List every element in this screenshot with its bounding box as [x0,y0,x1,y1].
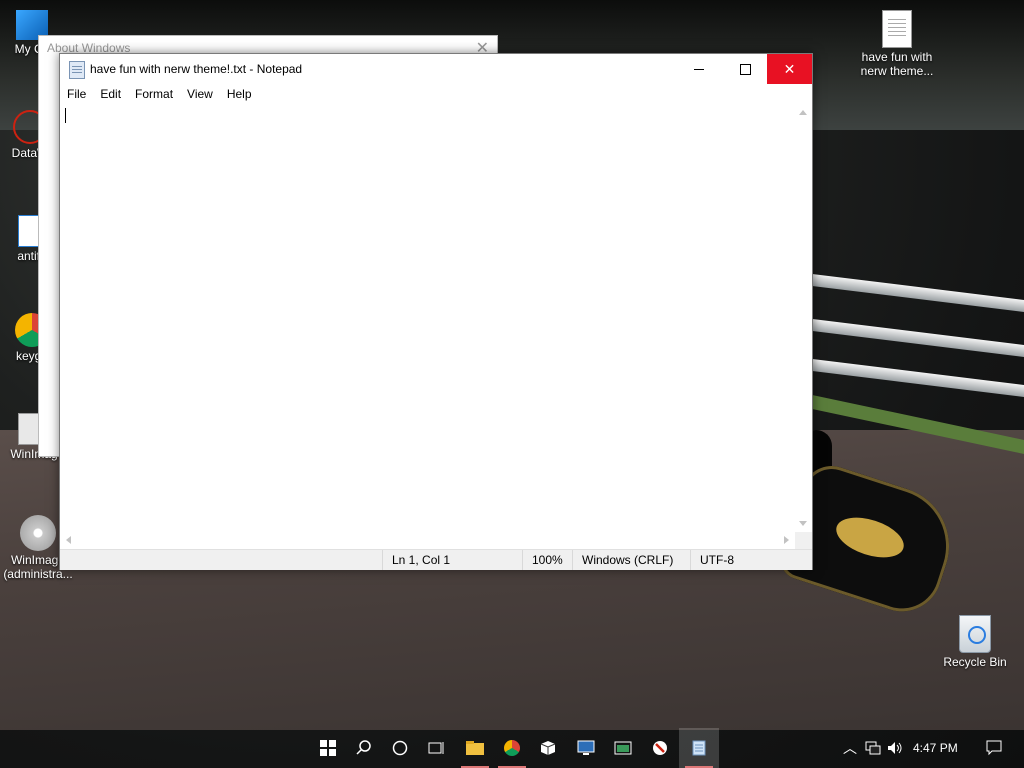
taskbar-remote-desktop[interactable] [566,728,606,768]
notepad-window[interactable]: have fun with nerw theme!.txt - Notepad … [59,53,813,570]
task-view-icon [428,742,444,754]
status-zoom: 100% [522,550,572,570]
taskbar-notepad[interactable] [679,728,719,768]
status-cursor-position: Ln 1, Col 1 [382,550,522,570]
notepad-title-bar[interactable]: have fun with nerw theme!.txt - Notepad … [60,54,812,84]
taskbar: ︿ 4:47 PM [0,728,1024,768]
status-line-ending: Windows (CRLF) [572,550,692,570]
start-icon [320,740,336,756]
status-encoding: UTF-8 [690,550,800,570]
action-center-button[interactable] [974,728,1014,768]
desktop-icon-label: Recycle Bin [943,655,1007,669]
close-icon: ✕ [783,60,796,77]
horizontal-scrollbar[interactable] [60,532,795,549]
winimage-admin-icon [20,515,56,551]
notepad-icon [692,740,706,756]
menu-file[interactable]: File [60,84,93,104]
system-tray: ︿ 4:47 PM [843,728,958,768]
taskbar-package[interactable] [528,728,568,768]
close-button[interactable]: ✕ [767,54,812,84]
text-caret [65,108,66,123]
antivirus-icon [653,741,667,755]
taskbar-window-app[interactable] [603,728,643,768]
taskbar-chrome[interactable] [492,728,532,768]
scroll-right-icon[interactable] [784,536,789,544]
maximize-icon [739,63,751,75]
wallpaper-rail [784,315,1024,357]
wallpaper-race-car [775,430,965,622]
notifications-icon [986,740,1002,756]
scrollbar-corner [795,532,812,549]
show-hidden-icons-chevron-icon[interactable]: ︿ [843,738,857,758]
taskbar-antivirus[interactable] [640,728,680,768]
desktop-icon-text-file[interactable]: have fun with nerw theme... [857,10,937,78]
file-explorer-icon [466,741,484,755]
scroll-down-icon[interactable] [799,521,807,526]
start-button[interactable] [308,728,348,768]
text-file-icon [882,10,912,48]
scroll-up-icon[interactable] [799,110,807,115]
cortana-icon [392,740,408,756]
volume-icon[interactable] [887,741,903,755]
status-bar: Ln 1, Col 1 100% Windows (CRLF) UTF-8 [60,549,812,570]
package-icon [540,741,556,755]
menu-view[interactable]: View [180,84,220,104]
scroll-left-icon[interactable] [66,536,71,544]
wallpaper-rail [794,356,1024,397]
maximize-button[interactable] [722,54,768,84]
desktop-icon-recycle-bin[interactable]: Recycle Bin [935,615,1015,669]
network-icon[interactable] [865,741,881,755]
notepad-icon [69,61,85,79]
search-button[interactable] [344,728,384,768]
desktop-icon-label: have fun with nerw theme... [860,50,934,78]
chrome-icon [504,740,520,756]
cortana-button[interactable] [380,728,420,768]
text-editor-area[interactable] [60,104,795,532]
menu-bar: File Edit Format View Help [60,84,812,104]
menu-edit[interactable]: Edit [93,84,128,104]
remote-desktop-icon [577,740,595,755]
minimize-icon [694,68,704,70]
menu-help[interactable]: Help [220,84,259,104]
clock[interactable]: 4:47 PM [913,741,958,755]
task-view-button[interactable] [416,728,456,768]
minimize-button[interactable] [676,54,722,84]
recycle-bin-icon [959,615,991,653]
window-app-icon [614,741,632,755]
menu-format[interactable]: Format [128,84,180,104]
vertical-scrollbar[interactable] [795,104,812,532]
taskbar-file-explorer[interactable] [455,728,495,768]
window-title: have fun with nerw theme!.txt - Notepad [90,62,303,76]
search-icon [356,740,371,755]
